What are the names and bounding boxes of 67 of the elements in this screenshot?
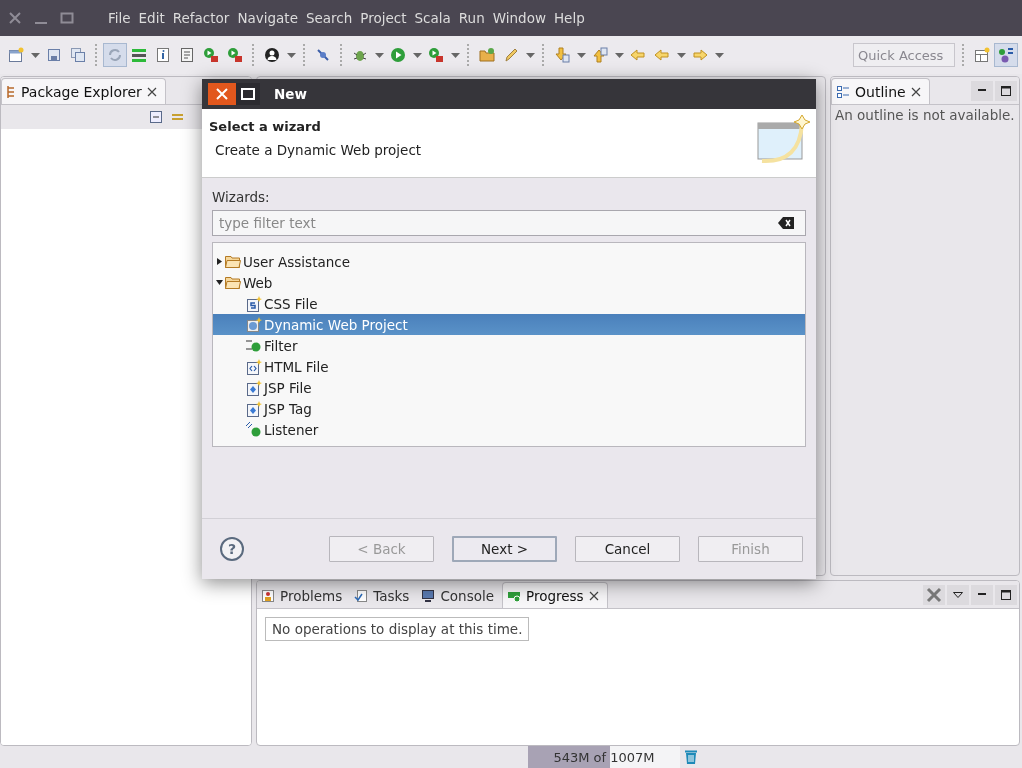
folder-icon <box>225 276 241 289</box>
perspective-icon[interactable] <box>994 43 1018 67</box>
view-tab[interactable]: Progress <box>502 582 608 608</box>
file-icon <box>246 400 262 417</box>
wizard-tree-item[interactable]: HTML File <box>213 356 805 377</box>
close-icon[interactable] <box>146 86 157 97</box>
wizard-tree-item[interactable]: Listener <box>213 419 805 440</box>
maximize-icon[interactable] <box>995 585 1017 605</box>
folder-icon <box>225 255 241 268</box>
menu-item[interactable]: Project <box>356 10 411 26</box>
maximize-icon[interactable] <box>995 81 1017 101</box>
wizard-tree-item[interactable]: CSS File <box>213 293 805 314</box>
clipboard-icon <box>354 588 369 603</box>
quick-access-field[interactable]: Quick Access <box>853 43 955 67</box>
collapse-all-icon[interactable] <box>149 110 163 124</box>
outline-tab[interactable]: Outline <box>831 78 930 104</box>
heap-status-text: 543M of 1007M <box>553 749 655 765</box>
clear-icon[interactable] <box>778 217 794 229</box>
filter-icon <box>246 337 262 354</box>
filter-field[interactable]: type filter text <box>212 210 806 236</box>
wizard-tree-item[interactable]: Web <box>213 272 805 293</box>
close-icon[interactable] <box>588 590 599 601</box>
menu-item[interactable]: File <box>104 10 135 26</box>
maximize-icon[interactable] <box>236 83 260 105</box>
trash-icon[interactable] <box>684 749 698 765</box>
menu-item[interactable]: Window <box>488 10 550 26</box>
wizard-page-description: Create a Dynamic Web project <box>214 142 422 158</box>
file-icon <box>246 379 262 396</box>
wizard-page-title: Select a wizard <box>209 119 322 134</box>
help-button[interactable]: ? <box>220 537 244 561</box>
package-explorer-tab[interactable]: Package Explorer <box>1 78 166 104</box>
wizard-tree-item[interactable]: JSP Tag <box>213 398 805 419</box>
heap-status-bar[interactable]: 543M of 1007M <box>528 746 680 768</box>
menu-item[interactable]: Edit <box>134 10 169 26</box>
collapse-arrow-icon[interactable] <box>216 279 223 286</box>
listener-icon <box>246 421 262 438</box>
menu-item[interactable]: Navigate <box>233 10 302 26</box>
wizards-label: Wizards: <box>212 189 271 205</box>
menu-item[interactable]: Scala <box>410 10 455 26</box>
problems-icon <box>261 588 275 603</box>
outline-message: An outline is not available. <box>835 107 1015 123</box>
view-tab[interactable]: Console <box>417 583 502 608</box>
wizard-tree-item[interactable]: JSP File <box>213 377 805 398</box>
view-tab[interactable]: Tasks <box>350 583 418 608</box>
wizard-tree-item[interactable]: User Assistance <box>213 251 805 272</box>
close-icon[interactable] <box>910 86 921 97</box>
menu-item[interactable]: Run <box>454 10 489 26</box>
dialog-title: New <box>274 86 307 102</box>
monitor-icon <box>421 588 436 603</box>
wizard-tree-item[interactable]: Dynamic Web Project <box>213 314 805 335</box>
minimize-icon[interactable] <box>971 585 993 605</box>
package-tree-icon <box>6 84 16 99</box>
dialog-button[interactable]: Next > <box>452 536 557 562</box>
file-icon <box>246 295 262 312</box>
progress-message: No operations to display at this time. <box>265 617 530 641</box>
view-tab[interactable]: Problems <box>257 583 351 608</box>
dialog-button[interactable]: Cancel <box>575 536 680 562</box>
menu-item[interactable]: Help <box>549 10 589 26</box>
menu-item[interactable]: Search <box>301 10 357 26</box>
view-menu-icon[interactable] <box>947 585 969 605</box>
file-icon <box>246 358 262 375</box>
globe-icon <box>246 316 262 333</box>
minimize-icon[interactable] <box>971 81 993 101</box>
expand-arrow-icon[interactable] <box>216 258 223 265</box>
outline-icon <box>836 84 850 99</box>
wizard-tree-item[interactable]: Filter <box>213 335 805 356</box>
menu-item[interactable]: Refactor <box>168 10 234 26</box>
